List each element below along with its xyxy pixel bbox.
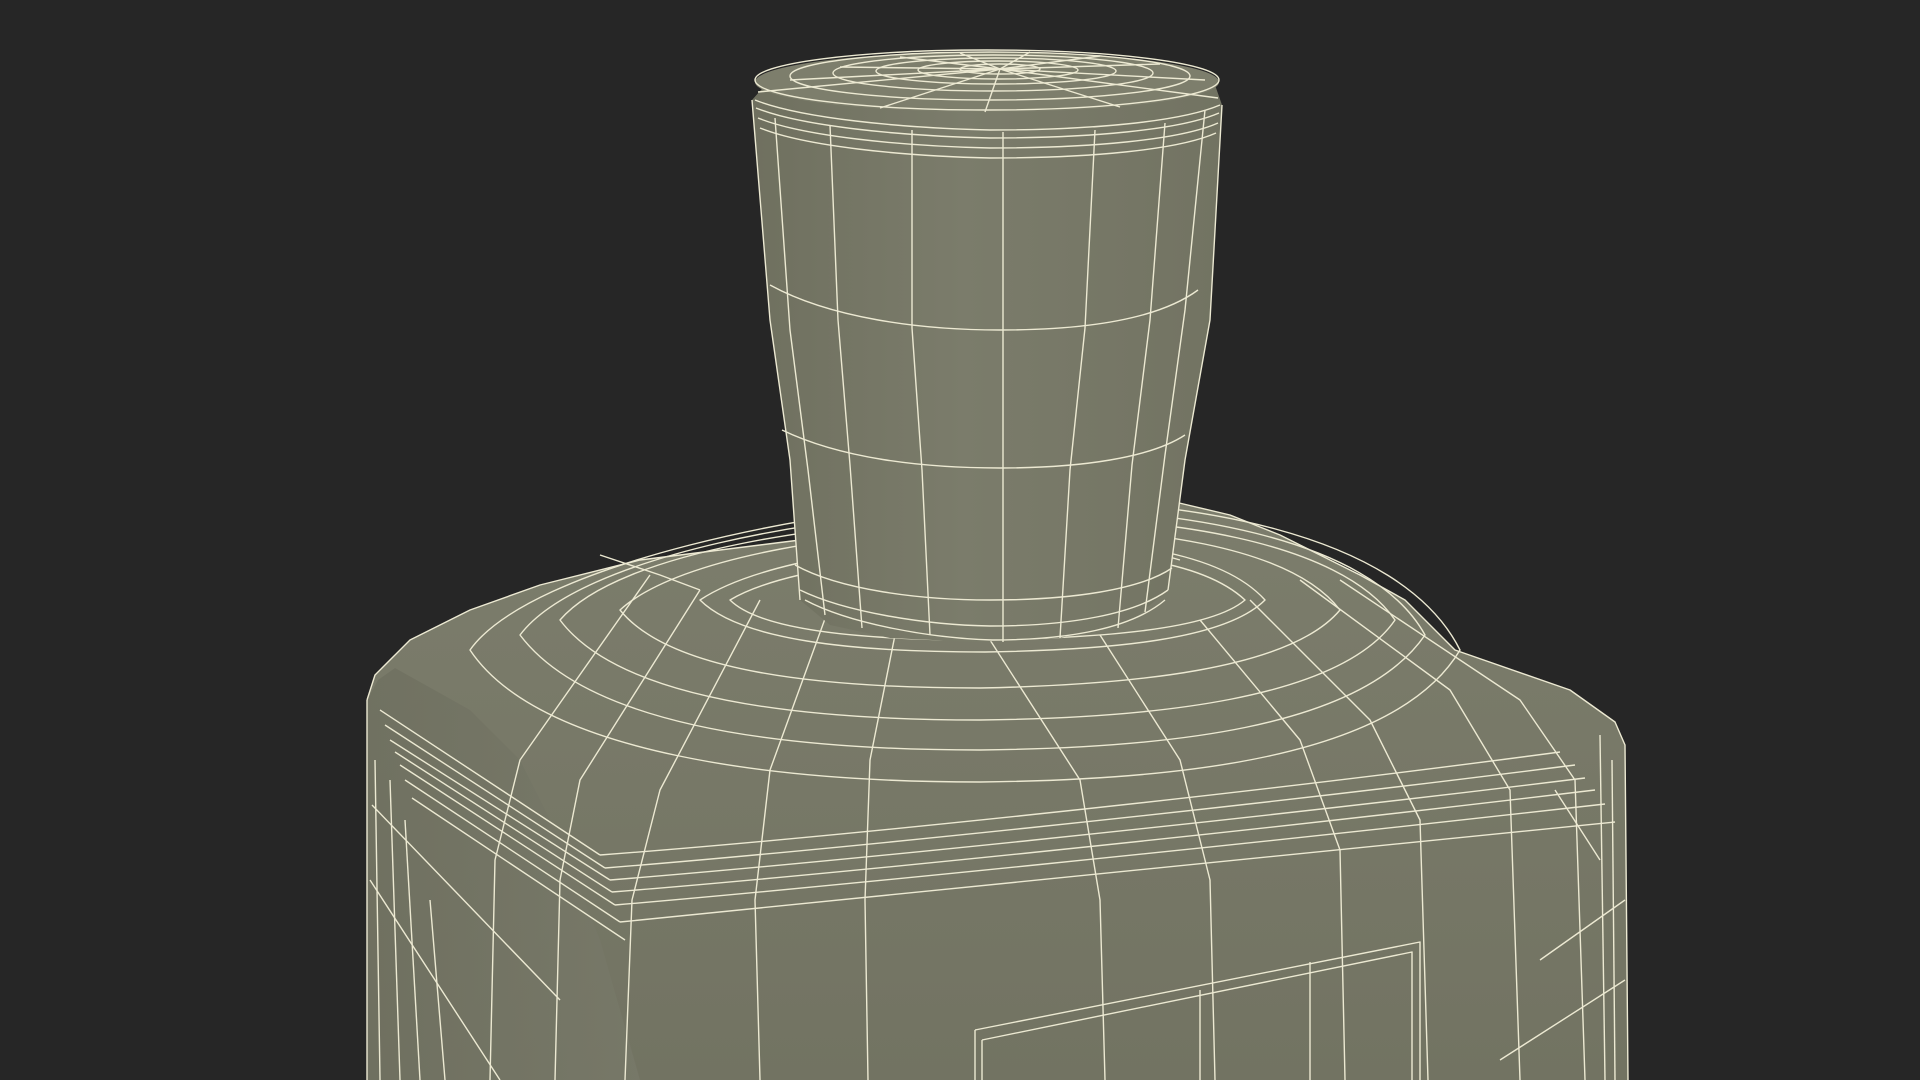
render-viewport: [0, 0, 1920, 1080]
cap-silhouette: [752, 52, 1222, 642]
wireframe-scene: [366, 49, 1629, 1080]
bottle-cap: [752, 52, 1222, 642]
